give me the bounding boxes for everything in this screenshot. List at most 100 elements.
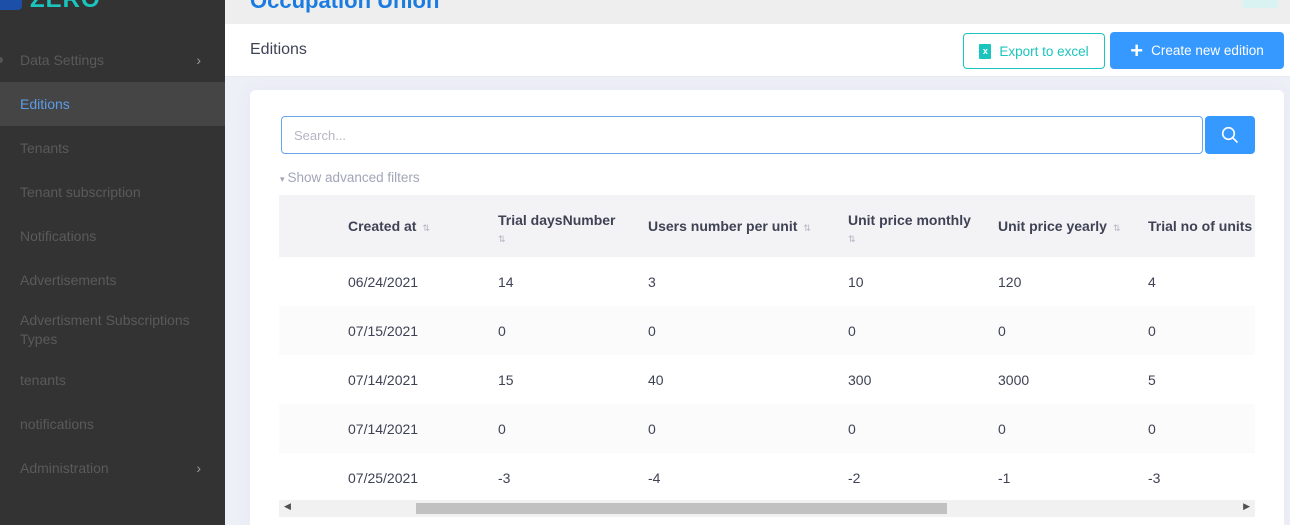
excel-file-icon: x [979,43,992,59]
export-to-excel-button[interactable]: x Export to excel [963,33,1105,69]
sort-icon: ⇅ [422,223,431,233]
cell-users-per-unit: 0 [648,322,656,339]
sort-icon: ⇅ [848,233,856,244]
column-label: Users number per unit [648,218,798,234]
sidebar-item-label: Tenant subscription [20,184,141,200]
cell-trial-units: -3 [1148,469,1161,486]
cell-trial-units: 4 [1148,273,1156,290]
sidebar-item-tenants[interactable]: Tenants [0,126,225,170]
column-label: Trial daysNumber [498,211,616,228]
cell-trial-days: 14 [498,273,514,290]
column-header-users-number-per-unit[interactable]: Users number per unit ⇅ [648,195,811,257]
page-title: Editions [250,41,307,58]
scroll-left-arrow-icon[interactable]: ◀ [284,501,291,512]
cell-created-at: 07/25/2021 [348,469,419,486]
cell-price-monthly: 0 [848,420,856,437]
scrollbar-thumb[interactable] [416,503,947,514]
show-advanced-filters-link[interactable]: ▾ Show advanced filters [280,170,420,185]
sidebar: ZERO Data Settings › Editions Tenants Te… [0,0,225,525]
sidebar-item-label: Advertisements [20,272,117,288]
column-header-unit-price-yearly[interactable]: Unit price yearly ⇅ [998,195,1120,257]
sort-icon: ⇅ [498,233,506,244]
table-row[interactable]: 06/24/2021 14 3 10 120 4 [279,257,1255,306]
cell-price-yearly: 0 [998,420,1006,437]
cell-users-per-unit: 3 [648,273,656,290]
editions-table: Created at ⇅ Trial daysNumber ⇅ Users num… [279,195,1255,495]
table-row[interactable]: 07/14/2021 0 0 0 0 0 [279,404,1255,453]
search-input[interactable] [281,116,1203,154]
sort-icon: ⇅ [1112,223,1121,233]
cell-trial-days: 15 [498,371,514,388]
logo-text: ZERO [30,0,101,14]
sidebar-item-label: Data Settings [20,52,105,68]
table-row[interactable]: 07/14/2021 15 40 300 3000 5 [279,355,1255,404]
search-icon [1221,126,1238,143]
sidebar-item-label: Editions [20,96,70,112]
sidebar-item-tenant-subscription[interactable]: Tenant subscription [0,170,225,214]
editions-card: ▾Show advanced filters Created at ⇅ Trial… [250,90,1284,525]
column-label: Unit price yearly [998,218,1107,234]
column-header-trial-days-number[interactable]: Trial daysNumber ⇅ [498,195,616,257]
table-header: Created at ⇅ Trial daysNumber ⇅ Users num… [279,195,1255,257]
sidebar-nav: Data Settings › Editions Tenants Tenant … [0,38,225,490]
cell-created-at: 07/15/2021 [348,322,419,339]
column-header-unit-price-monthly[interactable]: Unit price monthly ⇅ [848,195,971,257]
page-heading: Occupation Union [250,0,440,13]
logo-mark [0,0,22,10]
cell-trial-days: 0 [498,420,506,437]
sidebar-item-advertisment-subscriptions-types[interactable]: Advertisment Subscriptions Types [0,302,225,358]
cell-trial-units: 5 [1148,371,1156,388]
column-label: Created at [348,218,417,234]
cell-created-at: 07/14/2021 [348,371,419,388]
sidebar-item-label: notifications [20,416,94,432]
sort-icon: ⇅ [803,223,811,233]
user-avatar[interactable] [1242,0,1278,8]
sidebar-item-data-settings[interactable]: Data Settings › [0,38,225,82]
sidebar-item-administration[interactable]: Administration › [0,446,225,490]
sidebar-item-advertisements[interactable]: Advertisements [0,258,225,302]
chevron-right-icon: › [196,52,201,68]
topbar: Occupation Union [225,0,1290,24]
search-button[interactable] [1205,116,1255,154]
table-row[interactable]: 07/25/2021 -3 -4 -2 -1 -3 [279,453,1255,495]
column-header-created-at[interactable]: Created at ⇅ [348,195,430,257]
cell-price-monthly: -2 [848,469,861,486]
cell-price-monthly: 0 [848,322,856,339]
column-label: Unit price monthly [848,211,971,228]
sidebar-item-tenants-lower[interactable]: tenants [0,358,225,402]
sidebar-item-notifications[interactable]: Notifications [0,214,225,258]
cell-price-yearly: -1 [998,469,1011,486]
chevron-right-icon: › [196,460,201,476]
sidebar-item-label: Tenants [20,140,70,156]
sidebar-item-notifications-lower[interactable]: notifications [0,402,225,446]
cell-price-monthly: 10 [848,273,864,290]
bullet-icon [0,57,3,63]
cell-trial-days: -3 [498,469,511,486]
advanced-filters-label: Show advanced filters [287,170,420,185]
export-label: Export to excel [999,43,1089,59]
cell-created-at: 07/14/2021 [348,420,419,437]
table-row[interactable]: 07/15/2021 0 0 0 0 0 [279,306,1255,355]
cell-trial-units: 0 [1148,420,1156,437]
horizontal-scrollbar[interactable]: ◀ ▶ [279,500,1255,517]
scroll-right-arrow-icon[interactable]: ▶ [1243,501,1250,512]
cell-price-yearly: 0 [998,322,1006,339]
cell-created-at: 06/24/2021 [348,273,419,290]
create-label: Create new edition [1151,43,1264,58]
create-new-edition-button[interactable]: + Create new edition [1110,32,1284,69]
column-header-trial-no-of-units[interactable]: Trial no of units [1148,195,1252,257]
sidebar-item-label: Advertisment Subscriptions Types [20,312,190,347]
subheader: Editions x Export to excel + Create new … [225,24,1290,77]
cell-users-per-unit: 0 [648,420,656,437]
cell-price-yearly: 120 [998,273,1022,290]
cell-users-per-unit: 40 [648,371,664,388]
plus-icon: + [1130,37,1144,63]
cell-users-per-unit: -4 [648,469,661,486]
logo[interactable]: ZERO [0,0,101,14]
sidebar-item-label: Administration [20,460,109,476]
cell-price-yearly: 3000 [998,371,1030,388]
sidebar-item-editions[interactable]: Editions [0,82,225,126]
sidebar-item-label: Notifications [20,228,97,244]
column-label: Trial no of units [1148,218,1253,234]
cell-price-monthly: 300 [848,371,872,388]
